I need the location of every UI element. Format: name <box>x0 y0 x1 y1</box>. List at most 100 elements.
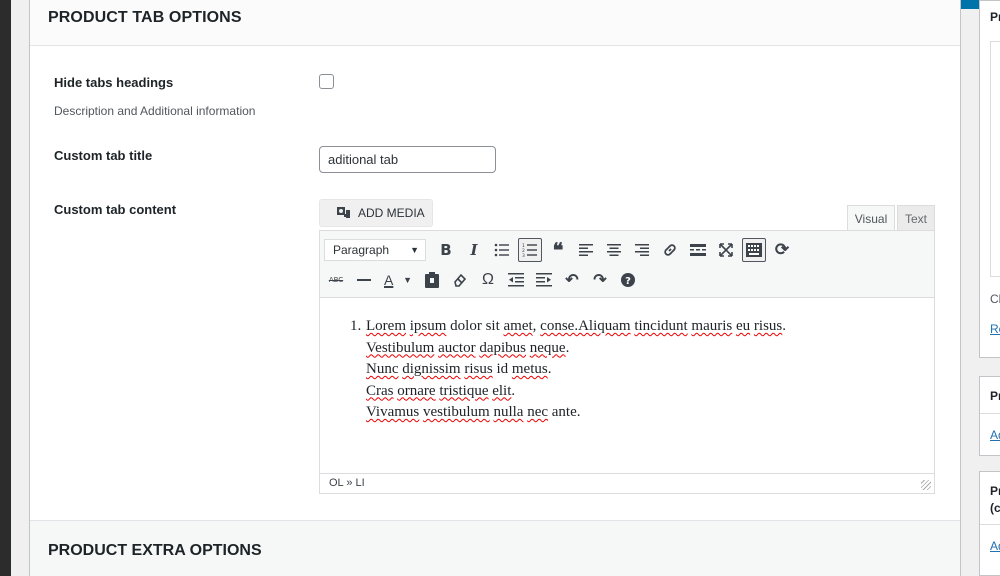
misspelled-word: Lorem <box>366 318 406 334</box>
clear-formatting-icon[interactable] <box>448 268 472 292</box>
indent-icon[interactable] <box>532 268 556 292</box>
misspelled-word: mauris <box>691 318 733 334</box>
align-right-icon[interactable] <box>630 238 654 262</box>
svg-text:3: 3 <box>522 253 525 257</box>
format-select[interactable]: Paragraph ▼ <box>324 239 426 261</box>
sidebar-box-3-subtitle: (c <box>990 501 1000 515</box>
undo-icon[interactable]: ↶ <box>560 268 584 292</box>
custom-tab-content-label: Custom tab content <box>54 202 177 217</box>
strikethrough-icon[interactable]: ABC <box>324 268 348 292</box>
tab-visual[interactable]: Visual <box>847 205 895 231</box>
misspelled-word: nec <box>527 404 549 420</box>
outdent-icon[interactable] <box>504 268 528 292</box>
misspelled-word: ornare <box>397 382 436 399</box>
element-path: OL » LI <box>329 477 365 489</box>
svg-text:?: ? <box>625 276 631 287</box>
refresh-icon[interactable]: ⟳ <box>770 238 794 262</box>
link-icon[interactable] <box>658 238 682 262</box>
align-center-icon[interactable] <box>602 238 626 262</box>
sidebar-box-1: Pr Cl Re <box>979 0 1000 358</box>
editor-line: Nunc dignissim risus id metus. <box>366 359 934 381</box>
text-segment: . <box>547 361 552 377</box>
help-icon[interactable]: ? <box>616 268 640 292</box>
panel-header: PRODUCT TAB OPTIONS <box>30 0 960 46</box>
text-segment: . <box>782 318 786 334</box>
editor-toolbar: Paragraph ▼ B I 123 ❝ ⟳ ABC A ▼ Ω ↶ ↷ ? <box>320 231 934 298</box>
format-select-value: Paragraph <box>333 243 390 257</box>
tab-text[interactable]: Text <box>897 205 935 231</box>
special-character-icon[interactable]: Ω <box>476 268 500 292</box>
redo-icon[interactable]: ↷ <box>588 268 612 292</box>
caret-down-icon: ▼ <box>410 245 419 255</box>
content-gutter <box>11 0 30 576</box>
fullscreen-icon[interactable] <box>714 238 738 262</box>
editor-content[interactable]: 1. Lorem ipsum dolor sit amet, conse.Ali… <box>320 298 934 474</box>
text-color-icon[interactable]: A ▼ <box>380 268 416 292</box>
misspelled-word: auctor <box>438 339 476 356</box>
editor-line: Vestibulum auctor dapibus neque. <box>366 338 934 360</box>
misspelled-word: tincidunt <box>634 318 688 334</box>
italic-icon[interactable]: I <box>462 238 486 262</box>
text-color-glyph: A <box>384 272 394 288</box>
add-media-icon <box>336 204 352 223</box>
bulleted-list-icon[interactable] <box>490 238 514 262</box>
admin-menu-edge <box>0 0 11 576</box>
misspelled-word: risus <box>753 318 783 334</box>
editor-line: Cras ornare tristique elit. <box>366 381 934 403</box>
misspelled-word: elit <box>492 382 512 399</box>
numbered-list-icon[interactable]: 123 <box>518 238 542 262</box>
panel-title: PRODUCT TAB OPTIONS <box>48 9 242 26</box>
misspelled-word: neque <box>529 339 566 356</box>
section-title: PRODUCT EXTRA OPTIONS <box>48 542 262 559</box>
misspelled-word: Nunc <box>366 361 399 377</box>
custom-tab-title-input[interactable] <box>319 146 496 173</box>
product-tab-options-panel: PRODUCT TAB OPTIONS Hide tabs headings D… <box>29 0 961 576</box>
blockquote-icon[interactable]: ❝ <box>546 238 570 262</box>
editor-line: Vivamus vestibulum nulla nec ante. <box>366 402 934 424</box>
sidebar-box-3: Pr (c Ad <box>979 471 1000 576</box>
hide-tabs-description: Description and Additional information <box>54 104 256 118</box>
sidebar-box-2-link[interactable]: Ad <box>990 428 1000 442</box>
list-number: 1. <box>350 318 362 334</box>
misspelled-word: tristique <box>439 382 489 399</box>
add-media-button[interactable]: ADD MEDIA <box>319 199 433 227</box>
product-extra-options-section: PRODUCT EXTRA OPTIONS <box>30 520 960 576</box>
misspelled-word: dapibus <box>479 339 526 356</box>
misspelled-word: Vivamus <box>366 404 420 420</box>
misspelled-word: nulla <box>493 404 524 420</box>
hide-tabs-checkbox[interactable] <box>319 74 334 89</box>
rich-text-editor: Paragraph ▼ B I 123 ❝ ⟳ ABC A ▼ Ω ↶ ↷ ? … <box>319 230 935 494</box>
sidebar-box-2: Pr Ad <box>979 376 1000 456</box>
misspelled-word: Cras <box>366 382 394 399</box>
toolbar-row-2: ABC A ▼ Ω ↶ ↷ ? <box>324 267 640 293</box>
resize-handle-icon[interactable] <box>921 480 931 490</box>
sidebar-box-1-title: Pr <box>990 10 1000 24</box>
text-segment: id <box>492 361 512 377</box>
horizontal-line-icon[interactable] <box>352 268 376 292</box>
sidebar-box-3-link[interactable]: Ad <box>990 539 1000 553</box>
toolbar-toggle-icon[interactable] <box>742 238 766 262</box>
misspelled-word: dignissim <box>402 361 461 377</box>
read-more-icon[interactable] <box>686 238 710 262</box>
misspelled-word: ipsum <box>409 318 447 334</box>
divider <box>980 524 1000 525</box>
misspelled-word: risus <box>464 361 493 377</box>
custom-tab-title-label: Custom tab title <box>54 148 153 163</box>
misspelled-word: conse.Aliquam <box>540 318 631 334</box>
editor-status-bar: OL » LI <box>320 473 934 493</box>
misspelled-word: Vestibulum <box>366 339 435 356</box>
misspelled-word: eu <box>735 318 751 334</box>
misspelled-word: amet <box>503 318 533 334</box>
text-segment: . <box>565 339 570 356</box>
list-item: Lorem ipsum dolor sit amet, conse.Aliqua… <box>366 316 934 424</box>
sidebar-image-placeholder <box>990 41 1000 277</box>
text-segment: dolor sit <box>446 318 504 334</box>
editor-line: Lorem ipsum dolor sit amet, conse.Aliqua… <box>366 316 934 338</box>
add-media-label: ADD MEDIA <box>358 206 425 220</box>
align-left-icon[interactable] <box>574 238 598 262</box>
misspelled-word: metus <box>511 361 548 377</box>
text-segment: . <box>511 382 516 399</box>
sidebar-box-1-link[interactable]: Re <box>990 322 1000 336</box>
paste-text-icon[interactable] <box>420 268 444 292</box>
bold-icon[interactable]: B <box>434 238 458 262</box>
